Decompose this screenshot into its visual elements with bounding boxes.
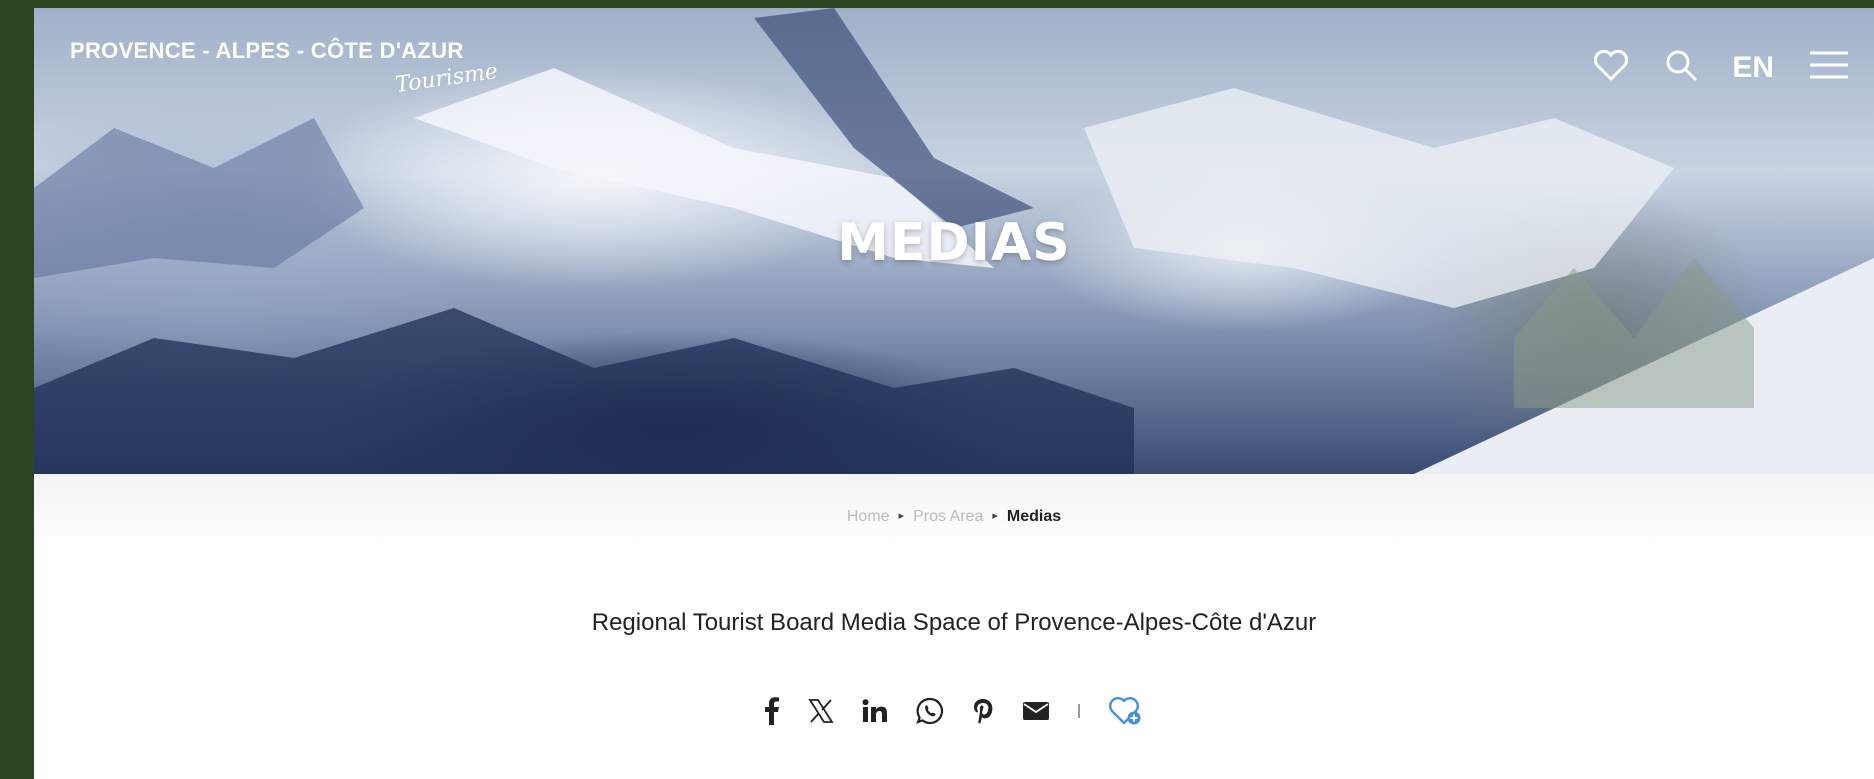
page-frame: PROVENCE - ALPES - CÔTE D'AZUR Tourisme … [34, 8, 1874, 779]
chevron-right-icon: ▸ [992, 510, 998, 522]
breadcrumb-current: Medias [1006, 508, 1062, 525]
x-icon[interactable] [808, 694, 834, 728]
pinterest-icon[interactable] [972, 694, 994, 728]
breadcrumb: Home ▸ Pros Area ▸ Medias [34, 508, 1874, 526]
favorite-add-icon[interactable] [1108, 694, 1144, 728]
site-logo[interactable]: PROVENCE - ALPES - CÔTE D'AZUR Tourisme [70, 38, 499, 98]
share-bar [34, 694, 1874, 728]
page-title: MEDIAS [837, 213, 1071, 273]
search-icon[interactable] [1664, 48, 1698, 87]
facebook-icon[interactable] [764, 694, 780, 728]
menu-icon[interactable] [1808, 48, 1850, 87]
hero-banner: PROVENCE - ALPES - CÔTE D'AZUR Tourisme … [34, 8, 1874, 474]
page-subtitle: Regional Tourist Board Media Space of Pr… [591, 609, 1317, 636]
chevron-right-icon: ▸ [898, 510, 905, 522]
logo-wordmark: PROVENCE - ALPES - CÔTE D'AZUR [70, 38, 464, 63]
whatsapp-icon[interactable] [916, 694, 944, 728]
breadcrumb-pros-area[interactable]: Pros Area [913, 508, 983, 525]
header-tools: EN [1592, 48, 1850, 87]
linkedin-icon[interactable] [862, 694, 888, 728]
share-divider [1078, 704, 1080, 718]
heart-icon[interactable] [1592, 48, 1630, 87]
breadcrumb-bar: Home ▸ Pros Area ▸ Medias [34, 474, 1874, 548]
email-icon[interactable] [1022, 694, 1050, 728]
language-selector[interactable]: EN [1732, 51, 1774, 85]
breadcrumb-home[interactable]: Home [847, 508, 890, 525]
